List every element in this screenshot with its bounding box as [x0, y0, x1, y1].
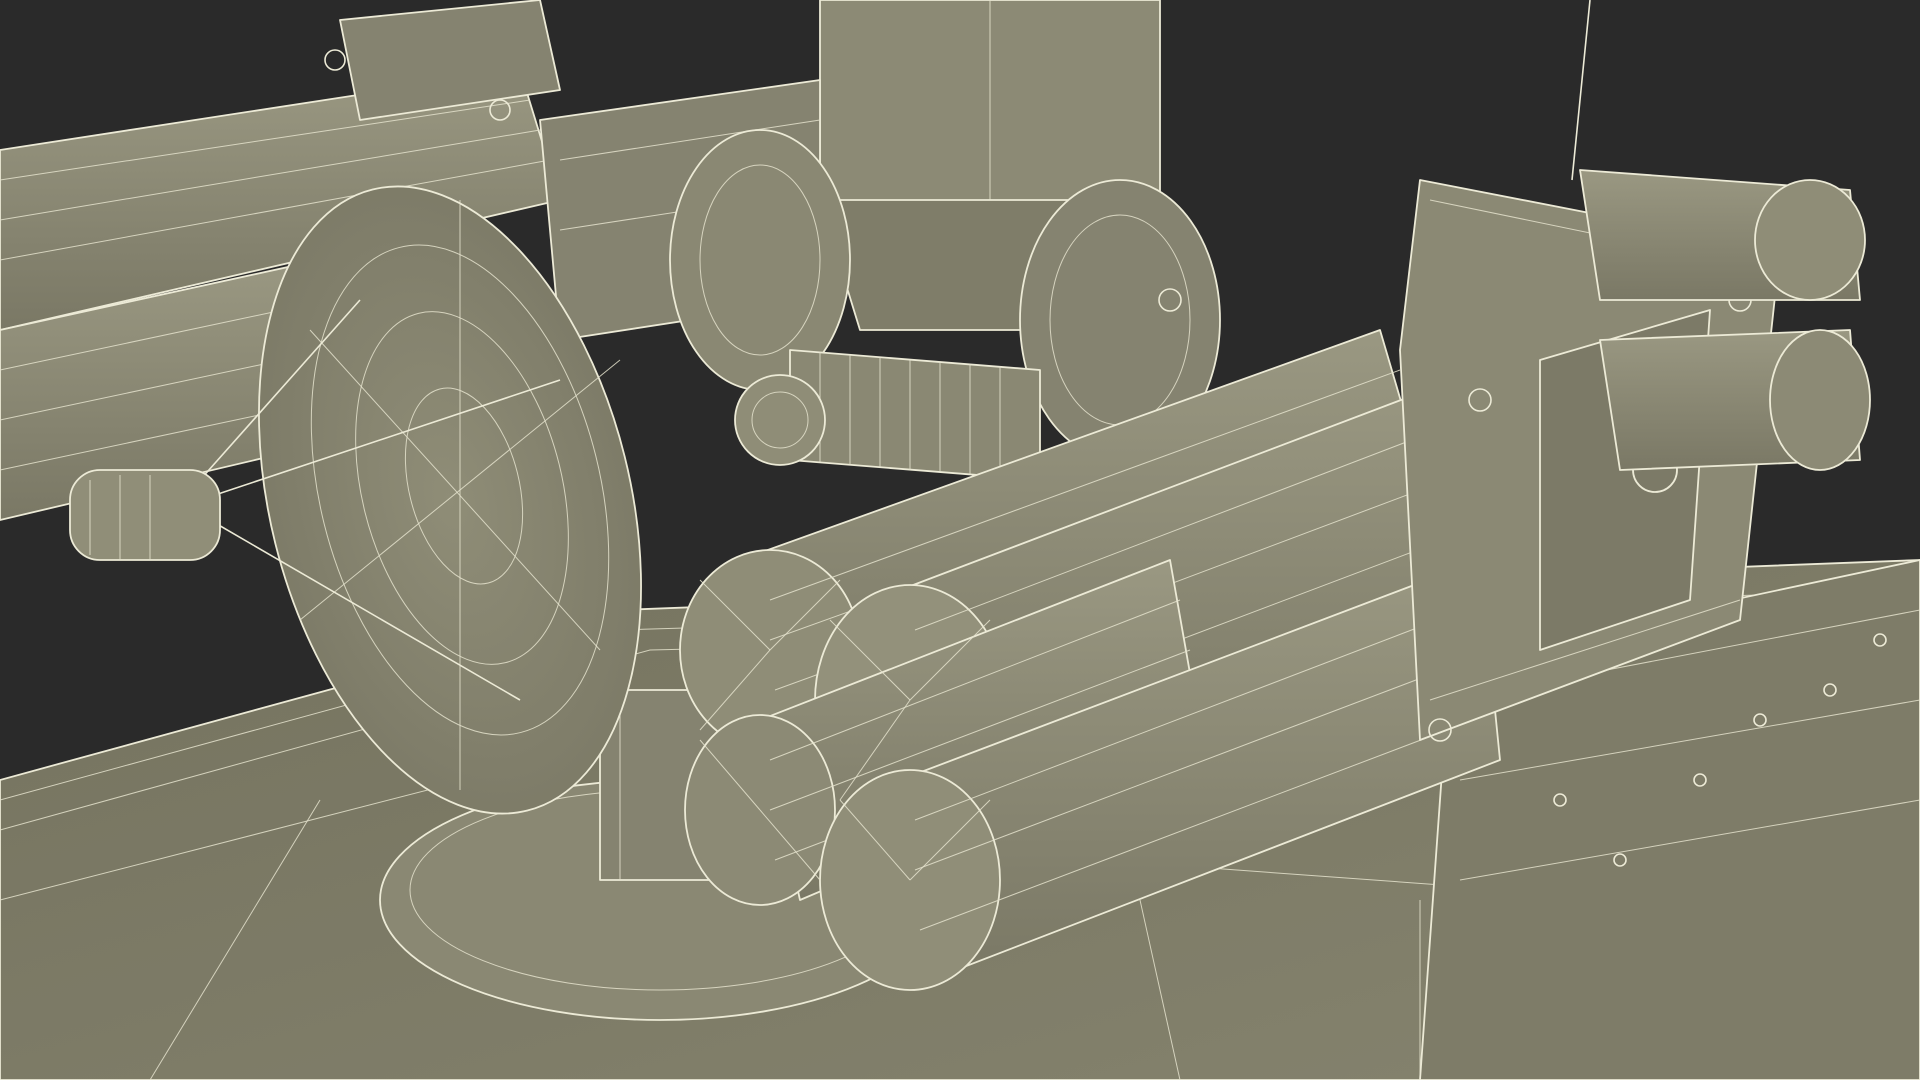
feed-horn	[69, 469, 221, 561]
wireframe-launcher-render	[0, 0, 1920, 1080]
